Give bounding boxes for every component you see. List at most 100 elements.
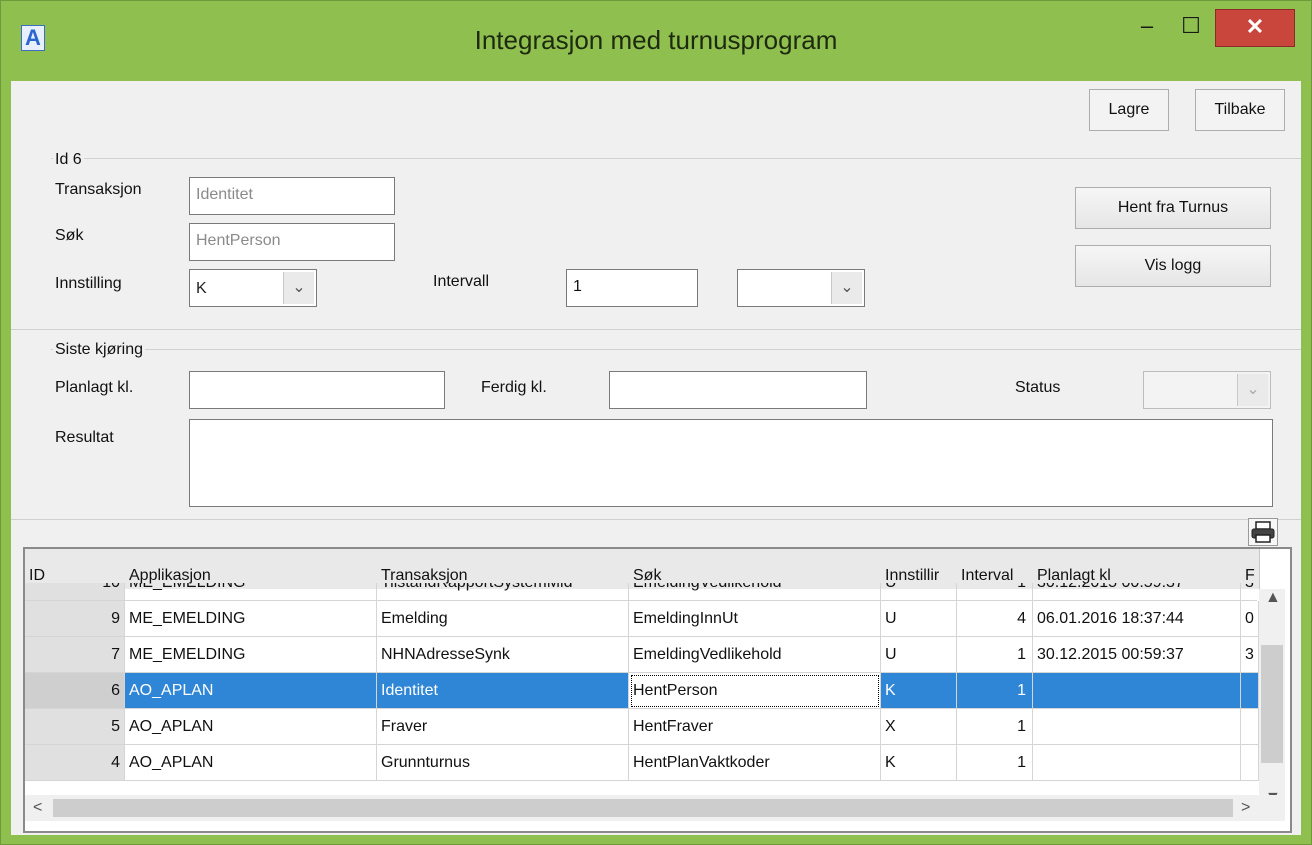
cell-planlagt [1033,673,1241,709]
siste-kjoring-label: Siste kjøring [53,341,146,359]
chevron-down-icon[interactable]: ⌄ [831,272,862,304]
group-id-label: Id 6 [53,151,84,169]
cell-applikasjon: ME_EMELDING [125,583,377,601]
planlagt-label: Planlagt kl. [55,379,134,396]
cell-transaksjon: Grunnturnus [377,745,629,781]
cell-id: 7 [25,637,125,673]
cell-f [1241,745,1259,781]
chevron-down-icon[interactable]: ⌄ [283,272,314,304]
intervall-label: Intervall [433,273,490,290]
close-button[interactable]: ✕ [1215,9,1295,47]
table-row[interactable]: 5 AO_APLAN Fraver HentFraver X 1 [25,709,1259,745]
section-divider [11,329,1301,330]
cell-applikasjon: AO_APLAN [125,673,377,709]
table-row[interactable]: 4 AO_APLAN Grunnturnus HentPlanVaktkoder… [25,745,1259,781]
cell-planlagt: 06.01.2016 18:37:44 [1033,601,1241,637]
cell-innstilling: U [881,583,957,601]
window-title: Integrasjon med turnusprogram [474,25,838,55]
cell-id: 10 [25,583,125,601]
sok-field[interactable]: HentPerson [189,223,395,261]
hent-fra-turnus-button[interactable]: Hent fra Turnus [1075,187,1271,229]
table-row-selected[interactable]: 6 AO_APLAN Identitet HentPerson K 1 [25,673,1259,709]
printer-icon[interactable] [1248,518,1278,546]
status-label: Status [1015,379,1061,396]
status-dropdown[interactable]: ⌄ [1143,371,1271,409]
cell-planlagt [1033,709,1241,745]
table-row[interactable]: 9 ME_EMELDING Emelding EmeldingInnUt U 4… [25,601,1259,637]
ferdig-field[interactable] [609,371,867,409]
innstilling-dropdown[interactable]: K ⌄ [189,269,317,307]
cell-sok: EmeldingVedlikehold [629,583,881,601]
cell-innstilling: U [881,637,957,673]
innstilling-value: K [196,280,207,297]
horizontal-scrollbar[interactable]: < > [25,795,1285,821]
back-button[interactable]: Tilbake [1195,89,1285,131]
cell-transaksjon: Identitet [377,673,629,709]
cell-id: 9 [25,601,125,637]
scroll-right-icon[interactable]: > [1241,799,1250,817]
cell-innstilling: K [881,745,957,781]
title-bar[interactable]: A Integrasjon med turnusprogram – ☐ ✕ [1,1,1311,81]
sok-label: Søk [55,227,84,244]
cell-planlagt: 30.12.2015 00:59:37 [1033,637,1241,673]
cell-id: 5 [25,709,125,745]
cell-interval: 4 [957,601,1033,637]
transaksjon-label: Transaksjon [55,181,142,198]
intervall-field[interactable]: 1 [566,269,698,307]
scroll-left-icon[interactable]: < [33,799,42,817]
cell-transaksjon: Fraver [377,709,629,745]
cell-transaksjon: NHNAdresseSynk [377,637,629,673]
cell-innstilling: X [881,709,957,745]
cell-interval: 1 [957,673,1033,709]
vertical-scrollbar[interactable]: ▲ ▼ [1259,589,1285,815]
cell-innstilling: U [881,601,957,637]
cell-f [1241,673,1259,709]
maximize-button[interactable]: ☐ [1171,9,1211,45]
cell-interval: 1 [957,637,1033,673]
cell-sok-focused[interactable]: HentPerson [629,673,881,709]
cell-innstilling: K [881,673,957,709]
planlagt-field[interactable] [189,371,445,409]
minimize-button[interactable]: – [1127,9,1167,45]
section-divider [11,519,1301,520]
transaksjon-field[interactable]: Identitet [189,177,395,215]
cell-transaksjon: TilstandRapportSystemMld [377,583,629,601]
cell-id: 6 [25,673,125,709]
group-divider [51,158,1301,159]
cell-transaksjon: Emelding [377,601,629,637]
cell-interval: 1 [957,745,1033,781]
cell-f: 3 [1241,583,1257,601]
cell-interval: 1 [957,709,1033,745]
horizontal-scroll-thumb[interactable] [53,799,1233,817]
cell-f: 3 [1241,637,1259,673]
app-window: A Integrasjon med turnusprogram – ☐ ✕ La… [0,0,1312,845]
data-grid[interactable]: ID Applikasjon Transaksjon Søk Innstilli… [23,547,1292,833]
vertical-scroll-thumb[interactable] [1261,645,1283,763]
vis-logg-button[interactable]: Vis logg [1075,245,1271,287]
save-button[interactable]: Lagre [1089,89,1169,131]
cell-planlagt: 30.12.2015 00:59:37 [1033,583,1241,601]
cell-f [1241,709,1259,745]
table-row[interactable]: 7 ME_EMELDING NHNAdresseSynk EmeldingVed… [25,637,1259,673]
cell-f: 0 [1241,601,1259,637]
cell-sok: HentPlanVaktkoder [629,745,881,781]
cell-interval: 1 [957,583,1033,601]
cell-applikasjon: AO_APLAN [125,745,377,781]
innstilling-label: Innstilling [55,275,122,292]
cell-applikasjon: AO_APLAN [125,709,377,745]
group-divider [51,349,1301,350]
cell-sok: EmeldingVedlikehold [629,637,881,673]
chevron-down-icon[interactable]: ⌄ [1237,374,1268,406]
interval-unit-dropdown[interactable]: ⌄ [737,269,865,307]
cell-id: 4 [25,745,125,781]
table-row[interactable]: 10 ME_EMELDING TilstandRapportSystemMld … [25,583,1257,601]
ferdig-label: Ferdig kl. [481,379,547,396]
resultat-field[interactable] [189,419,1273,507]
scroll-up-icon[interactable]: ▲ [1265,589,1281,607]
resultat-label: Resultat [55,429,114,446]
cell-applikasjon: ME_EMELDING [125,637,377,673]
cell-applikasjon: ME_EMELDING [125,601,377,637]
cell-sok: EmeldingInnUt [629,601,881,637]
cell-sok: HentFraver [629,709,881,745]
cell-planlagt [1033,745,1241,781]
